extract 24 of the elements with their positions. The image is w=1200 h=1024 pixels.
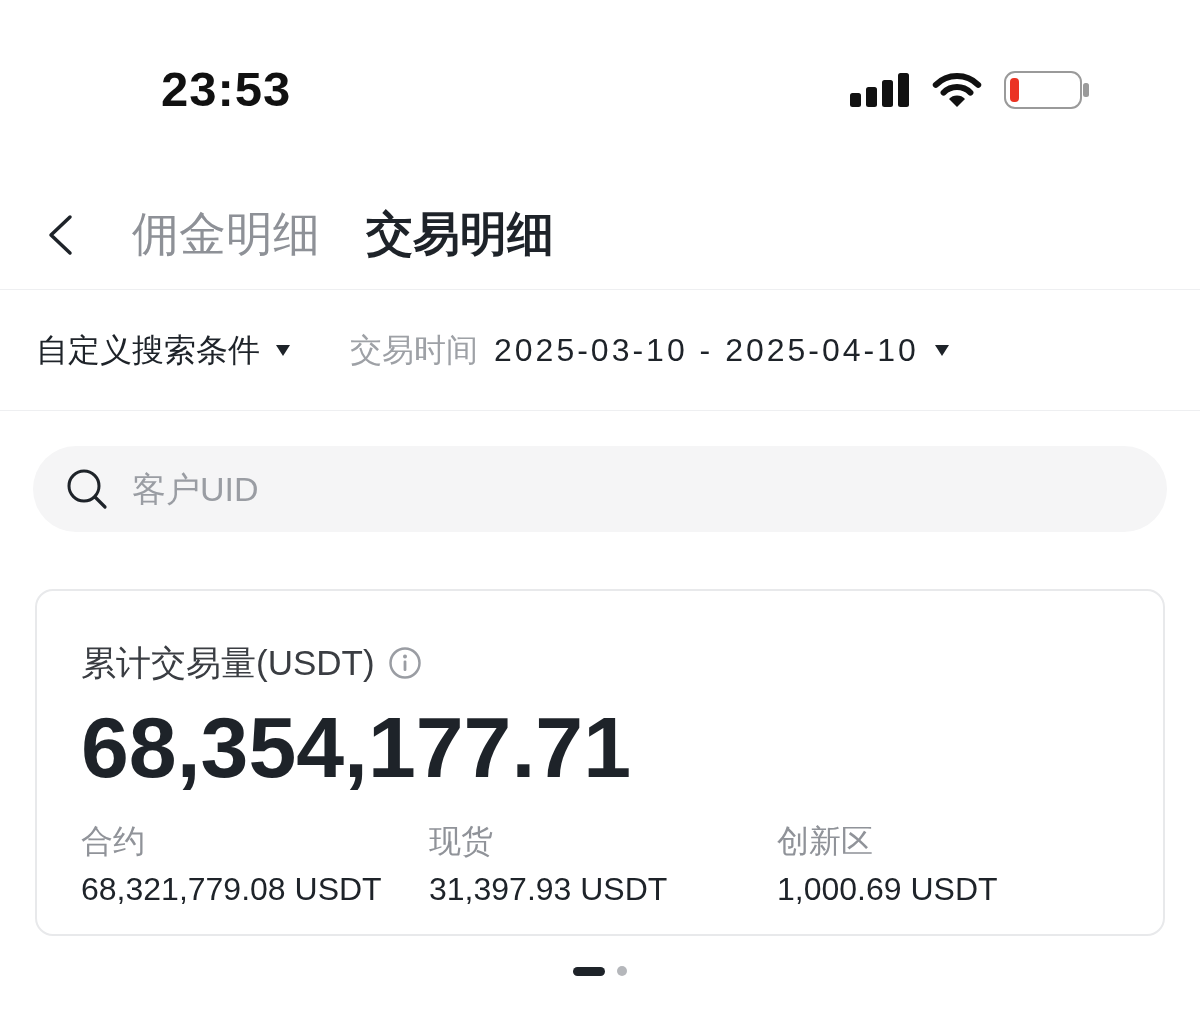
card-title: 累计交易量(USDT) bbox=[81, 642, 375, 684]
wifi-icon bbox=[930, 72, 984, 108]
caret-down-icon bbox=[934, 344, 949, 356]
caret-down-icon bbox=[276, 344, 290, 356]
signal-icon bbox=[850, 73, 910, 107]
back-button[interactable] bbox=[46, 213, 74, 256]
date-range-dropdown[interactable]: 交易时间 2025-03-10 - 2025-04-10 bbox=[350, 326, 949, 374]
search-field[interactable]: 客户UID bbox=[33, 446, 1167, 532]
breakdown-value: 1,000.69 USDT bbox=[777, 870, 998, 909]
breakdown-value: 68,321,779.08 USDT bbox=[81, 870, 382, 909]
battery-icon bbox=[1004, 71, 1090, 109]
search-icon bbox=[66, 468, 108, 510]
breakdown-label: 现货 bbox=[429, 822, 493, 861]
breakdown-value: 31,397.93 USDT bbox=[429, 870, 668, 909]
chevron-left-icon bbox=[46, 213, 74, 256]
status-time: 23:53 bbox=[161, 61, 292, 119]
info-icon[interactable] bbox=[388, 647, 421, 679]
date-range-value: 2025-03-10 - 2025-04-10 bbox=[494, 331, 919, 370]
filter-label: 交易时间 bbox=[350, 331, 478, 370]
breakdown-label: 创新区 bbox=[777, 822, 873, 861]
total-volume: 68,354,177.71 bbox=[81, 699, 631, 795]
custom-search-dropdown[interactable]: 自定义搜索条件 bbox=[36, 326, 290, 374]
header-tab[interactable]: 交易明细 bbox=[366, 199, 554, 270]
breakdown-label: 合约 bbox=[81, 822, 145, 861]
